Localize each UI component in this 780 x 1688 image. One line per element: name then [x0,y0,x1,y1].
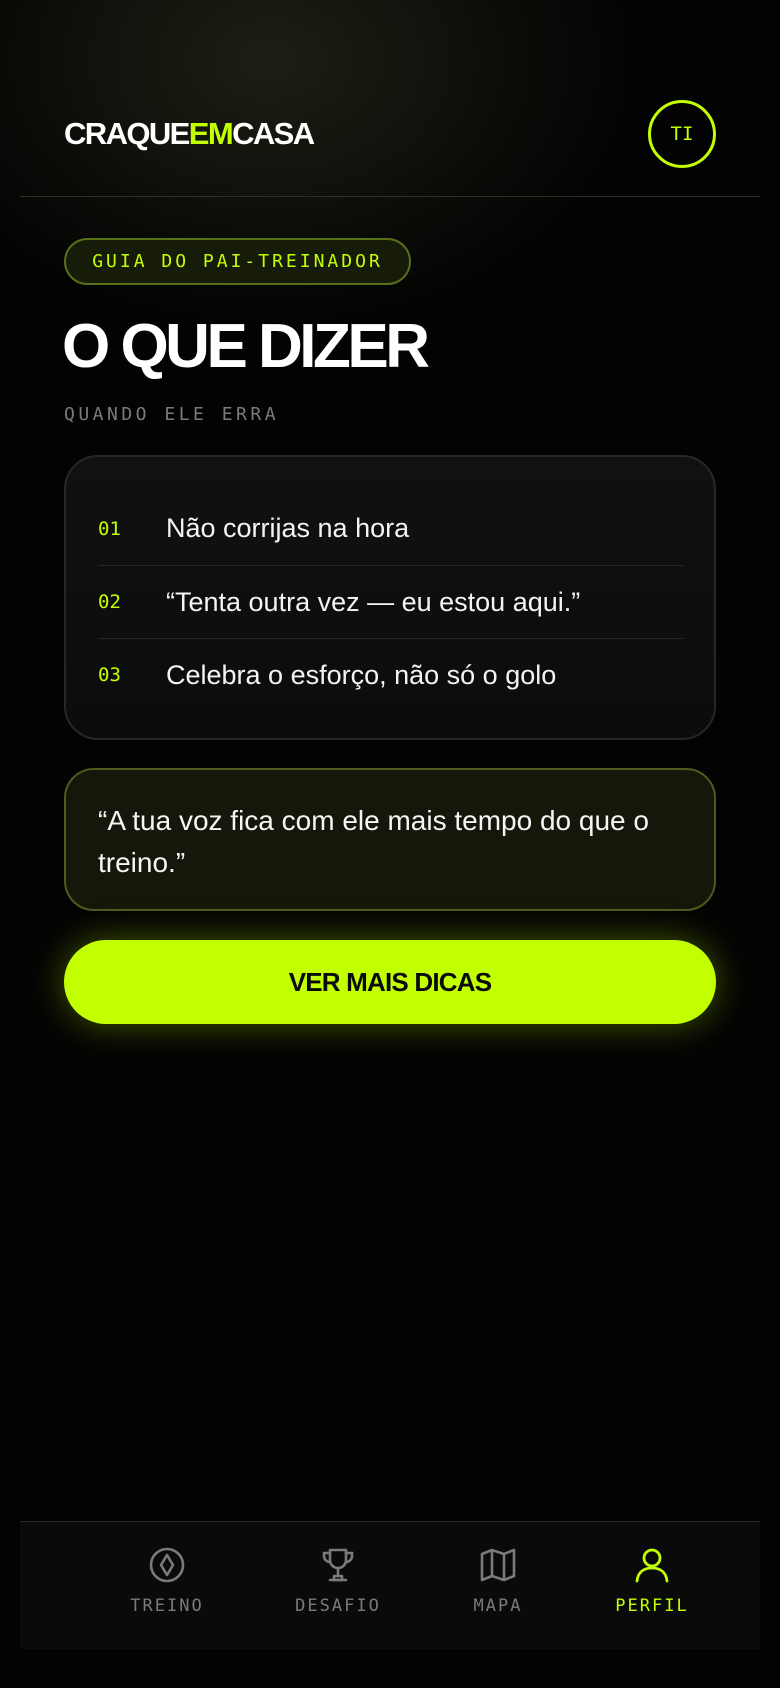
list-item-number: 01 [98,517,121,540]
list-item-text: “Tenta outra vez — eu estou aqui.” [166,586,581,617]
nav-item-desafio[interactable]: DESAFIO [273,1546,403,1626]
nav-item-label: TREINO [130,1596,204,1616]
list-item: 02 “Tenta outra vez — eu estou aqui.” [98,565,684,638]
bottom-nav: TREINO DESAFIO MAPA PERFIL [20,1521,760,1649]
user-icon [635,1548,669,1583]
quote-card: “A tua voz fica com ele mais tempo do qu… [64,768,716,911]
nav-item-label: MAPA [473,1596,523,1616]
page-subtitle: QUANDO ELE ERRA [64,404,280,425]
section-badge: GUIA DO PAI-TREINADOR [64,238,411,285]
nav-item-label: DESAFIO [295,1596,381,1616]
screen: CRAQUEEMCASA TI GUIA DO PAI-TREINADOR O … [20,0,760,1688]
logo-part-em: EM [188,116,234,151]
trophy-icon [322,1548,354,1582]
list-item-text: Não corrijas na hora [166,513,410,543]
nav-item-treino[interactable]: TREINO [102,1546,232,1626]
list-item-text: Celebra o esforço, não só o golo [166,659,557,690]
tips-card: 01 Não corrijas na hora 02 “Tenta outra … [64,455,716,740]
logo-part-casa: CASA [232,116,315,151]
list-item-number: 03 [98,664,121,686]
compass-icon [149,1547,185,1583]
nav-item-label: PERFIL [615,1596,689,1616]
page-title: O QUE DIZER [62,312,430,381]
list-item: 03 Celebra o esforço, não só o golo [98,638,684,711]
app-logo: CRAQUEEMCASA [64,115,315,153]
app-header: CRAQUEEMCASA TI [20,0,760,197]
list-item-number: 02 [98,591,121,613]
list-item: 01 Não corrijas na hora [98,492,684,565]
nav-item-perfil[interactable]: PERFIL [587,1546,717,1626]
more-tips-button[interactable]: VER MAIS DICAS [64,940,716,1024]
profile-avatar-button[interactable]: TI [648,100,716,168]
nav-item-mapa[interactable]: MAPA [433,1546,563,1626]
map-icon [480,1548,516,1582]
logo-part-craque: CRAQUE [64,116,190,151]
